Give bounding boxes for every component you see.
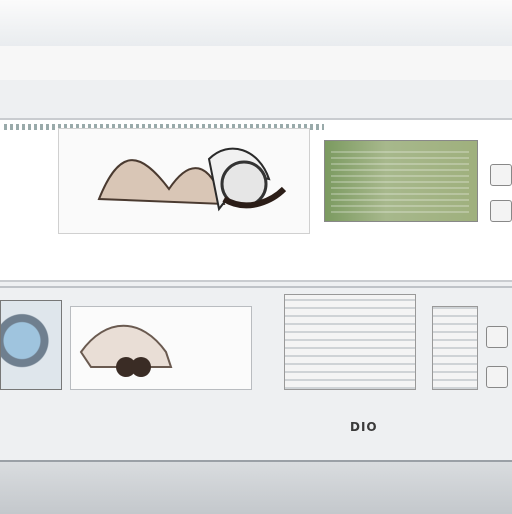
product-image (79, 324, 173, 377)
product-image-4[interactable] (70, 306, 252, 390)
second-listing-price: DIO (350, 420, 378, 434)
menu-icon[interactable] (486, 326, 508, 348)
top-navigation-bar (0, 0, 512, 47)
product-image (97, 147, 287, 212)
settings-icon[interactable] (486, 366, 508, 388)
product-image-3[interactable] (0, 300, 62, 390)
product-image-main[interactable] (58, 128, 310, 234)
title-bar (0, 46, 512, 80)
product-image-secondary[interactable] (324, 140, 478, 222)
footer (0, 460, 512, 514)
settings-icon[interactable] (490, 164, 512, 186)
product-image-6[interactable] (432, 306, 478, 390)
gear-icon[interactable] (490, 200, 512, 222)
image-texture (331, 147, 469, 213)
product-image-5[interactable] (284, 294, 416, 390)
